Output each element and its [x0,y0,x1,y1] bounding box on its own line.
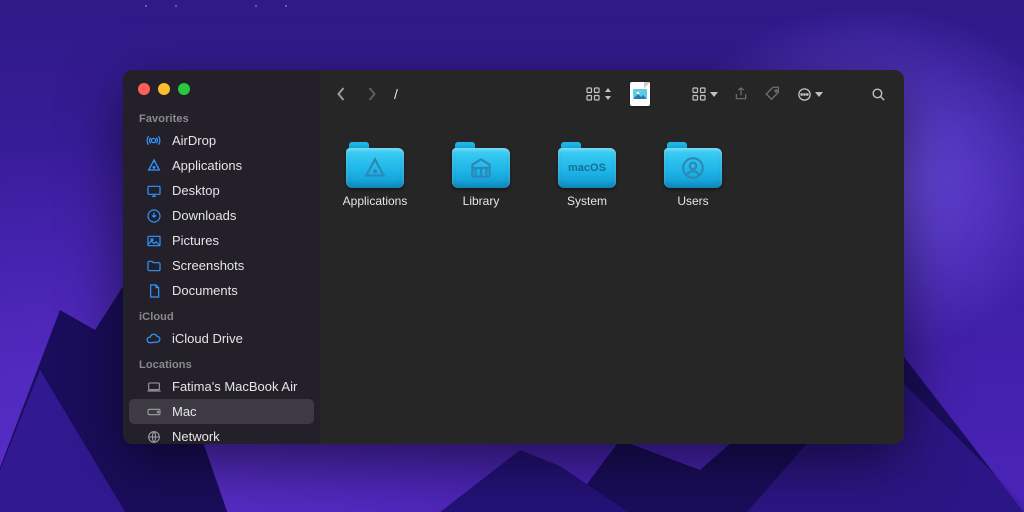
folder-label: Library [463,194,500,208]
folder-system[interactable]: macOS System [552,142,622,208]
disk-icon [145,403,162,420]
laptop-icon [145,378,162,395]
folder-icon [452,142,510,188]
globe-icon [145,428,162,444]
sidebar-item-label: Screenshots [172,258,244,273]
sidebar-item-label: iCloud Drive [172,331,243,346]
sidebar-item-label: Desktop [172,183,220,198]
sidebar-item-downloads[interactable]: Downloads [129,203,314,228]
sidebar-item-label: Downloads [172,208,236,223]
pictures-icon [145,232,162,249]
downloads-icon [145,207,162,224]
sidebar-item-label: Mac [172,404,197,419]
section-heading-favorites: Favorites [123,105,320,128]
chevron-down-icon [710,91,718,97]
forward-button[interactable] [360,80,382,108]
sidebar-item-label: AirDrop [172,133,216,148]
tags-button[interactable] [761,81,785,107]
desktop-icon [145,182,162,199]
fullscreen-button[interactable] [178,83,190,95]
section-heading-icloud: iCloud [123,303,320,326]
share-button[interactable] [729,81,753,107]
updown-icon [604,88,612,100]
section-heading-locations: Locations [123,351,320,374]
sidebar-item-label: Applications [172,158,242,173]
documents-icon [145,282,162,299]
sidebar-item-airdrop[interactable]: AirDrop [129,128,314,153]
finder-toolbar: / [320,70,904,118]
close-button[interactable] [138,83,150,95]
sidebar-item-desktop[interactable]: Desktop [129,178,314,203]
chevron-down-icon [815,91,823,97]
folder-library[interactable]: Library [446,142,516,208]
finder-window: Favorites AirDrop Applications Desktop D… [123,70,904,444]
sidebar-item-this-mac[interactable]: Fatima's MacBook Air [129,374,314,399]
folder-icon [145,257,162,274]
view-icons-button[interactable] [581,81,615,107]
path-title: / [394,86,398,102]
sidebar-item-network[interactable]: Network [129,424,314,444]
sidebar-item-pictures[interactable]: Pictures [129,228,314,253]
preview-file-button[interactable] [627,81,653,107]
sidebar-item-label: Documents [172,283,238,298]
actions-button[interactable] [793,81,826,107]
search-button[interactable] [866,81,890,107]
folder-label: Users [677,194,708,208]
back-button[interactable] [330,80,352,108]
minimize-button[interactable] [158,83,170,95]
file-thumb-icon [630,82,650,106]
folder-icon: macOS [558,142,616,188]
folder-applications[interactable]: Applications [340,142,410,208]
finder-content: / [320,70,904,444]
sidebar-item-label: Pictures [172,233,219,248]
folder-grid: Applications Library macOS System [320,118,904,232]
folder-icon [664,142,722,188]
wallpaper-stars [145,5,287,7]
sidebar-item-mac-disk[interactable]: Mac [129,399,314,424]
sidebar-item-icloud-drive[interactable]: iCloud Drive [129,326,314,351]
sidebar-item-label: Fatima's MacBook Air [172,379,297,394]
sidebar-item-screenshots[interactable]: Screenshots [129,253,314,278]
sidebar-item-label: Network [172,429,220,444]
applications-icon [145,157,162,174]
folder-users[interactable]: Users [658,142,728,208]
sidebar-item-applications[interactable]: Applications [129,153,314,178]
finder-sidebar: Favorites AirDrop Applications Desktop D… [123,70,320,444]
folder-icon [346,142,404,188]
folder-label: System [567,194,607,208]
window-controls [138,83,320,95]
group-by-button[interactable] [687,81,721,107]
folder-label: Applications [343,194,408,208]
airdrop-icon [145,132,162,149]
cloud-icon [145,330,162,347]
sidebar-item-documents[interactable]: Documents [129,278,314,303]
